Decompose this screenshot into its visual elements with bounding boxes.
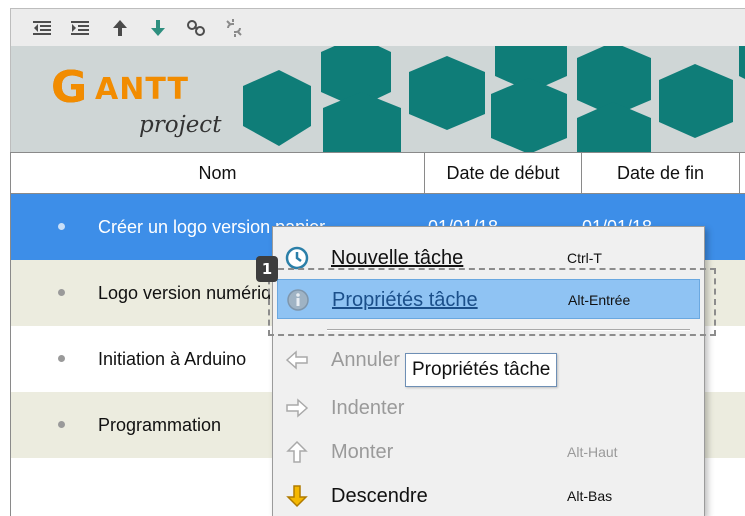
- logo-project: project: [139, 112, 222, 138]
- up-arrow-icon: [285, 440, 309, 464]
- logo-antt: ANTT: [95, 72, 189, 107]
- outdent-icon[interactable]: [29, 15, 55, 41]
- menu-item-label: Descendre: [331, 485, 428, 507]
- task-bullet-icon: [58, 421, 65, 428]
- task-bullet-icon: [58, 223, 65, 230]
- task-name: Programmation: [98, 415, 222, 435]
- down-arrow-icon: [285, 484, 309, 508]
- unlink-icon[interactable]: [221, 15, 247, 41]
- indent-icon[interactable]: [67, 15, 93, 41]
- indent-arrow-icon: [285, 396, 309, 420]
- task-bullet-icon: [58, 289, 65, 296]
- table-header: Nom Date de début Date de fin: [10, 152, 745, 194]
- move-down-icon[interactable]: [145, 15, 171, 41]
- move-up-icon[interactable]: [107, 15, 133, 41]
- menu-item-label: Annuler: [331, 349, 400, 371]
- table-left-border: [10, 194, 11, 516]
- link-icon[interactable]: [183, 15, 209, 41]
- step-badge: 1: [256, 256, 278, 282]
- clock-icon: [285, 246, 309, 270]
- logo-letter-g: G: [51, 62, 87, 113]
- column-header-name[interactable]: Nom: [11, 153, 425, 193]
- outdent-arrow-icon: [285, 348, 309, 372]
- logo-banner: G ANTT project: [10, 46, 745, 152]
- menu-item-move-up[interactable]: Monter Alt-Haut: [277, 432, 700, 472]
- menu-item-indent[interactable]: Indenter: [277, 388, 700, 428]
- task-bullet-icon: [58, 355, 65, 362]
- toolbar: [10, 8, 745, 46]
- menu-item-move-down[interactable]: Descendre Alt-Bas: [277, 476, 700, 516]
- menu-item-label: Monter: [331, 441, 394, 463]
- menu-shortcut: Alt-Haut: [567, 444, 618, 460]
- menu-item-label: Indenter: [331, 397, 405, 419]
- task-name: Initiation à Arduino: [98, 349, 247, 369]
- tooltip: Propriétés tâche: [405, 353, 558, 387]
- menu-shortcut: Alt-Bas: [567, 488, 613, 504]
- column-header-end[interactable]: Date de fin: [582, 153, 740, 193]
- column-header-start[interactable]: Date de début: [425, 153, 582, 193]
- focus-outline: [268, 268, 716, 336]
